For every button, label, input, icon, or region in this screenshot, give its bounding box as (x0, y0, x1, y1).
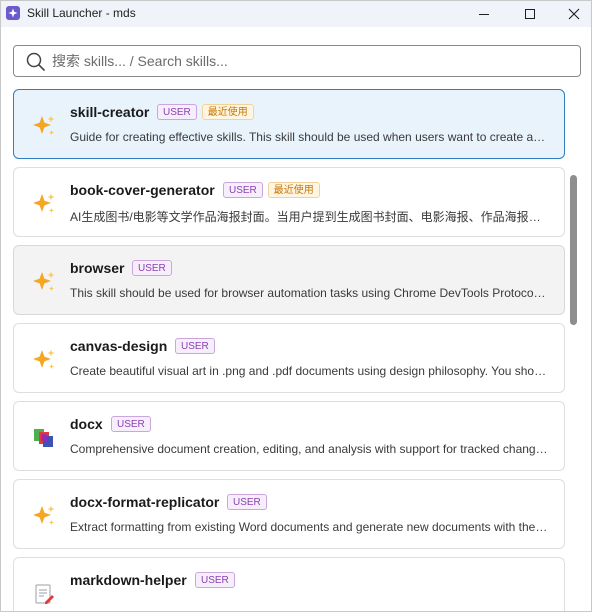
skill-card-skill-creator[interactable]: skill-creator USER 最近使用 Guide for creating … (13, 89, 565, 159)
skill-badges: USER 最近使用 (157, 104, 254, 120)
app-icon (6, 6, 20, 20)
skill-card-docx[interactable]: docx USER Comprehensive document creation,… (13, 401, 565, 471)
skill-card-canvas-design[interactable]: canvas-design USER Create beautiful visual… (13, 323, 565, 393)
window-title: Skill Launcher - mds (27, 6, 136, 20)
skill-name: canvas-design (70, 338, 168, 354)
search-icon (26, 52, 45, 71)
recent-badge: 最近使用 (201, 104, 254, 120)
search-box[interactable] (13, 45, 581, 77)
skill-name: markdown-helper (70, 572, 187, 588)
sparkle-icon (32, 348, 56, 372)
skill-badges: USER (175, 338, 215, 354)
skill-name: book-cover-generator (70, 182, 215, 198)
maximize-icon (525, 9, 535, 19)
scrollbar-thumb[interactable] (570, 175, 577, 325)
skill-name: docx-format-replicator (70, 494, 220, 510)
user-badge: USER (132, 260, 172, 276)
skill-name: docx (70, 416, 103, 432)
skill-badges: USER (195, 572, 235, 588)
scrollbar[interactable] (570, 89, 578, 609)
skill-badges: USER 最近使用 (223, 182, 320, 198)
title-bar[interactable]: Skill Launcher - mds (1, 1, 591, 27)
sparkle-icon (32, 504, 56, 528)
skill-description: Create beautiful visual art in .png and … (70, 364, 548, 378)
skill-description: Extract formatting from existing Word do… (70, 520, 548, 534)
user-badge: USER (195, 572, 235, 588)
skill-name: skill-creator (70, 104, 150, 120)
minimize-icon (479, 14, 489, 15)
search-input[interactable] (52, 46, 572, 76)
minimize-button[interactable] (461, 1, 507, 27)
skill-badges: USER (132, 260, 172, 276)
skill-description: Guide for creating effective skills. Thi… (70, 130, 548, 144)
user-badge: USER (111, 416, 151, 432)
user-badge: USER (223, 182, 263, 198)
skill-description: Comprehensive document creation, editing… (70, 442, 548, 456)
skill-card-markdown-helper[interactable]: markdown-helper USER (13, 557, 565, 611)
close-button[interactable] (551, 1, 591, 27)
skill-name: browser (70, 260, 125, 276)
close-icon (568, 8, 580, 20)
maximize-button[interactable] (507, 1, 553, 27)
sparkle-icon (32, 192, 56, 216)
skill-badges: USER (111, 416, 151, 432)
sparkle-icon (32, 114, 56, 138)
recent-badge: 最近使用 (267, 182, 320, 198)
user-badge: USER (175, 338, 215, 354)
user-badge: USER (227, 494, 267, 510)
skill-badges: USER (227, 494, 267, 510)
skill-card-browser[interactable]: browser USER This skill should be used for… (13, 245, 565, 315)
sparkle-icon (32, 270, 56, 294)
skill-list: skill-creator USER 最近使用 Guide for creating … (13, 89, 565, 611)
document-edit-icon (32, 582, 56, 606)
skill-card-book-cover-generator[interactable]: book-cover-generator USER 最近使用 AI生成图书/电影等文学… (13, 167, 565, 237)
user-badge: USER (157, 104, 197, 120)
skill-card-docx-format-replicator[interactable]: docx-format-replicator USER Extract format… (13, 479, 565, 549)
skill-launcher-window: Skill Launcher - mds skill-creatorUSER最近… (0, 0, 592, 612)
skill-description: This skill should be used for browser au… (70, 286, 548, 300)
skill-description: AI生成图书/电影等文学作品海报封面。当用户提到生成图书封面、电影海报、作品海报… (70, 210, 548, 224)
docx-icon (32, 426, 56, 450)
